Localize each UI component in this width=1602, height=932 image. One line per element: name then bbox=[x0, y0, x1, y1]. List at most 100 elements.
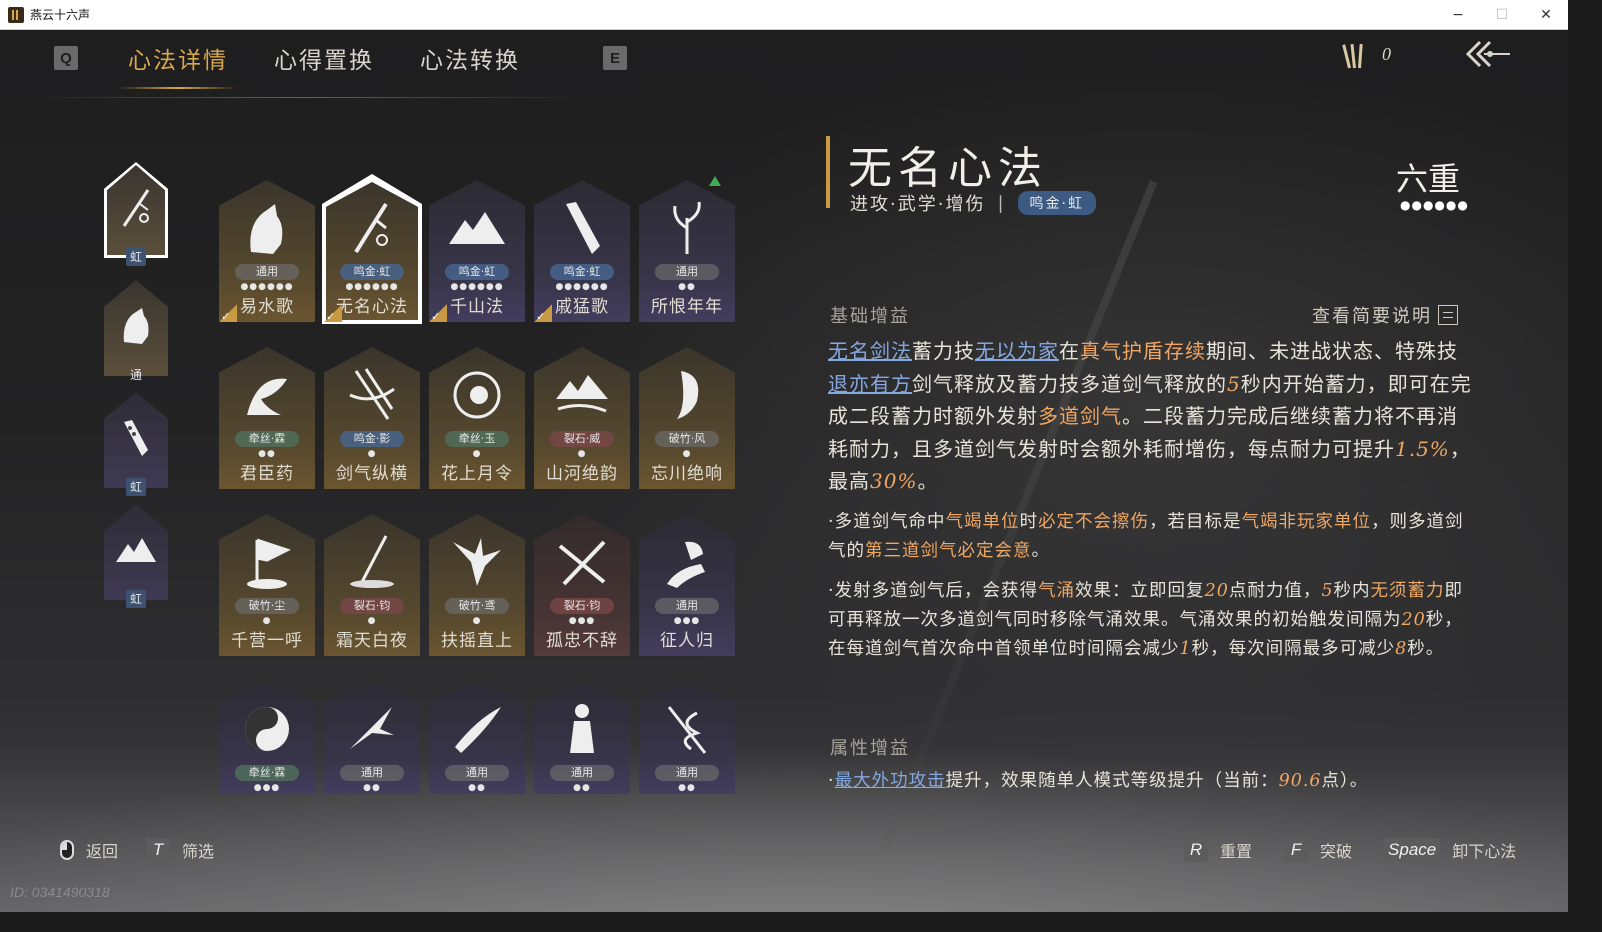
card-tag: 通用 bbox=[445, 765, 509, 781]
equipped-slot-3[interactable]: 虹 bbox=[104, 392, 168, 496]
method-card[interactable]: 裂石·钧 ●●● 孤忠不辞 bbox=[534, 514, 630, 656]
highlight-number: 20 bbox=[1204, 581, 1229, 601]
mouse-icon bbox=[60, 840, 74, 860]
method-card[interactable]: 牵丝·霖 ●●● bbox=[219, 681, 315, 794]
breakthrough-key[interactable]: F bbox=[1284, 838, 1309, 862]
method-card[interactable]: 破竹·风 ● 忘川绝响 bbox=[639, 347, 735, 489]
method-card[interactable]: 通用 ●●● 征人归 bbox=[639, 514, 735, 656]
figure-icon bbox=[570, 704, 594, 753]
back-arrow-icon[interactable] bbox=[1466, 38, 1512, 70]
equipped-check-icon bbox=[219, 304, 237, 323]
method-card[interactable]: 通用 ●● bbox=[639, 681, 735, 794]
back-button[interactable]: 返回 bbox=[86, 838, 118, 862]
breakthrough-button[interactable]: 突破 bbox=[1320, 838, 1352, 862]
filter-button[interactable]: 筛选 bbox=[182, 838, 214, 862]
highlight-number: 8 bbox=[1395, 639, 1408, 659]
card-tag: 裂石·钧 bbox=[340, 598, 404, 614]
equipped-check-icon bbox=[429, 304, 447, 323]
attr-effect-text: ·最大外功攻击提升，效果随单人模式等级提升（当前：90.6点）。 bbox=[828, 767, 1478, 796]
method-card[interactable]: 破竹·鸢 ● 扶摇直上 bbox=[429, 514, 525, 656]
link-skill[interactable]: 无名剑法 bbox=[828, 339, 912, 363]
method-card[interactable]: 鸣金·虹 ●●●●●● 戚猛歌 bbox=[534, 180, 630, 323]
horse-icon bbox=[250, 204, 283, 254]
equipped-slot-1[interactable]: 虹 bbox=[104, 162, 168, 266]
rank-badge: 虹 bbox=[126, 478, 146, 496]
school-badge: 鸣金·虹 bbox=[1017, 191, 1096, 215]
face-icon bbox=[677, 371, 699, 419]
method-card[interactable]: 牵丝·霖 ●● 君臣药 bbox=[219, 347, 315, 489]
bullet-text: 秒内 bbox=[1333, 581, 1371, 601]
top-nav: Q 心法详情 心得置换 心法转换 E bbox=[54, 38, 627, 89]
arm-icon bbox=[566, 202, 600, 254]
method-card[interactable]: 通用 ●● bbox=[324, 681, 420, 794]
bullet-text: 提升，效果随单人模式等级提升（当前： bbox=[945, 771, 1279, 791]
link-skill[interactable]: 退亦有方 bbox=[828, 372, 912, 396]
view-brief-description-button[interactable]: 查看简要说明 bbox=[1312, 302, 1458, 328]
tab-insight-swap[interactable]: 心得置换 bbox=[274, 41, 374, 75]
method-card[interactable]: 鸣金·影 ● 剑气纵横 bbox=[324, 347, 420, 489]
card-tag: 破竹·风 bbox=[655, 431, 719, 447]
method-card[interactable]: 通用 ●● bbox=[429, 681, 525, 794]
method-card[interactable]: 通用 ●● 所恨年年 bbox=[639, 176, 735, 322]
card-level-dots: ●● bbox=[573, 783, 591, 793]
section-attr-title: 属性增益 bbox=[830, 738, 910, 759]
card-level-dots: ●● bbox=[678, 282, 696, 292]
bullet-text: 秒。 bbox=[1407, 639, 1445, 659]
maximize-button[interactable]: ☐ bbox=[1480, 0, 1524, 30]
equipped-check-icon bbox=[534, 304, 552, 323]
filter-key[interactable]: T bbox=[146, 838, 171, 862]
rank-badge: 虹 bbox=[126, 590, 146, 608]
effect-bullet-2: ·发射多道剑气后，会获得气涌效果：立即回复20点耐力值，5秒内无须蓄力即可再释放… bbox=[828, 577, 1478, 664]
nav-divider bbox=[20, 97, 592, 98]
method-card[interactable]: 通用 ●●●●●● 易水歌 bbox=[219, 180, 315, 323]
window-titlebar: 燕云十六声 − ☐ ✕ bbox=[0, 0, 1568, 30]
tab-method-convert[interactable]: 心法转换 bbox=[420, 41, 520, 75]
card-level-dots: ●●● bbox=[673, 616, 701, 626]
player-id: ID: 0341490318 bbox=[10, 884, 110, 900]
card-tag: 鸣金·虹 bbox=[340, 264, 404, 280]
card-tag: 裂石·威 bbox=[550, 431, 614, 447]
card-level-dots: ● bbox=[367, 616, 377, 626]
bullet-text: · bbox=[828, 771, 835, 791]
card-name: 剑气纵横 bbox=[336, 464, 408, 484]
tab-method-details[interactable]: 心法详情 bbox=[118, 41, 238, 89]
card-tag: 牵丝·霖 bbox=[235, 431, 299, 447]
equipped-slot-4[interactable]: 虹 bbox=[104, 504, 168, 608]
horse-icon bbox=[123, 308, 149, 344]
prev-tab-key[interactable]: Q bbox=[54, 46, 78, 70]
method-card[interactable]: 牵丝·玉 ● 花上月令 bbox=[429, 347, 525, 489]
method-card[interactable]: 裂石·钧 ● 霜天白夜 bbox=[324, 514, 420, 656]
bullet-text: 。 bbox=[1031, 541, 1050, 561]
eagle-icon bbox=[453, 538, 501, 586]
link-skill[interactable]: 无以为家 bbox=[975, 339, 1059, 363]
bullet-text: 时 bbox=[1019, 512, 1039, 532]
effect-text-part: 在 bbox=[1059, 339, 1080, 363]
card-level-dots: ● bbox=[577, 449, 587, 459]
link-attribute[interactable]: 最大外功攻击 bbox=[835, 771, 946, 791]
equipped-slot-2[interactable]: 通 bbox=[104, 280, 168, 384]
card-level-dots: ● bbox=[472, 616, 482, 626]
card-name: 孤忠不辞 bbox=[546, 631, 618, 651]
card-tag: 裂石·钧 bbox=[550, 598, 614, 614]
card-name: 征人归 bbox=[660, 631, 714, 651]
method-card[interactable]: 裂石·威 ● 山河绝韵 bbox=[534, 347, 630, 489]
method-card[interactable]: 破竹·尘 ● 千营一呼 bbox=[219, 514, 315, 656]
method-card-selected[interactable]: 鸣金·虹 ●●●●●● 无名心法 bbox=[322, 174, 422, 324]
reset-button[interactable]: 重置 bbox=[1220, 838, 1252, 862]
card-tag: 通用 bbox=[655, 264, 719, 280]
highlight-text: 多道剑气 bbox=[1038, 404, 1122, 428]
highlight-text: 气竭非玩家单位 bbox=[1241, 512, 1372, 532]
unload-key[interactable]: Space bbox=[1384, 838, 1441, 862]
card-level-dots: ●●●●●● bbox=[345, 282, 399, 292]
title-accent-bar bbox=[826, 136, 830, 208]
close-button[interactable]: ✕ bbox=[1524, 0, 1568, 30]
currency-display: 0 bbox=[1342, 40, 1391, 69]
method-card[interactable]: 通用 ●● bbox=[534, 681, 630, 794]
reset-key[interactable]: R bbox=[1184, 838, 1208, 862]
unload-method-button[interactable]: 卸下心法 bbox=[1452, 838, 1516, 862]
next-tab-key[interactable]: E bbox=[603, 46, 627, 70]
card-name: 霜天白夜 bbox=[336, 631, 408, 651]
sword-icon bbox=[354, 202, 388, 254]
method-card[interactable]: 鸣金·虹 ●●●●●● 千山法 bbox=[429, 180, 525, 323]
minimize-button[interactable]: − bbox=[1436, 0, 1480, 30]
